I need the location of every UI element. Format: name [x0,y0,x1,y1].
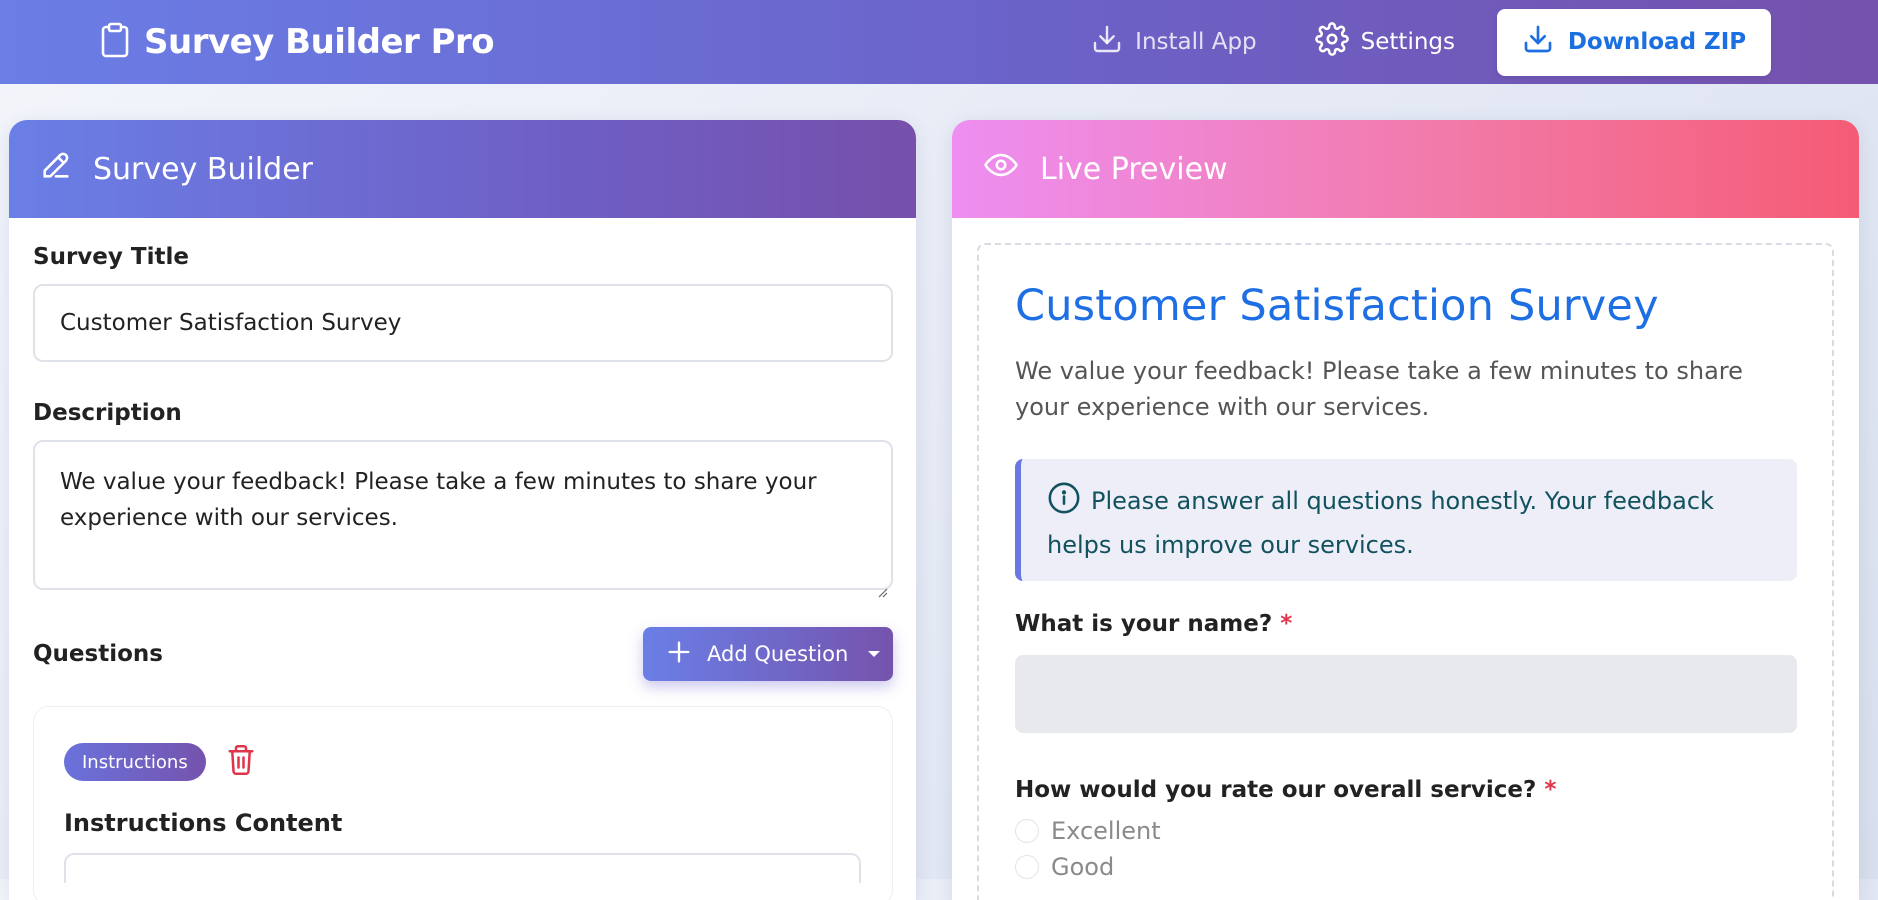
info-alert: Please answer all questions honestly. Yo… [1015,459,1797,581]
settings-button[interactable]: Settings [1314,22,1455,62]
question-card-top: Instructions [64,743,862,781]
preview-panel-title: Live Preview [1040,151,1228,187]
question-label: What is your name? * [1015,611,1796,637]
preview-panel-header: Live Preview [952,120,1859,218]
clipboard-icon [100,22,130,62]
radio-option-label: Excellent [1051,817,1161,845]
preview-survey-description: We value your feedback! Please take a fe… [1015,357,1743,421]
survey-title-label: Survey Title [33,244,189,270]
settings-label: Settings [1360,29,1455,55]
download-zip-label: Download ZIP [1567,29,1747,55]
preview-frame: Customer Satisfaction Survey We value yo… [977,243,1834,900]
brand[interactable]: Survey Builder Pro [100,0,495,84]
plus-icon [665,638,693,671]
nav-actions: Install App Settings Download ZIP [1091,0,1771,84]
survey-title-input[interactable]: Customer Satisfaction Survey [33,284,893,362]
gear-icon [1314,22,1349,62]
download-icon [1522,23,1554,61]
required-marker: * [1280,611,1293,637]
description-textarea[interactable]: We value your feedback! Please take a fe… [33,440,893,598]
description-text: We value your feedback! Please take a fe… [60,469,817,531]
questions-header: Questions Add Question [33,627,893,681]
question-text: How would you rate our overall service? [1015,777,1537,803]
info-circle-icon [1047,481,1081,526]
add-question-button[interactable]: Add Question [643,627,893,681]
radio-option-good[interactable]: Good [1015,853,1796,881]
install-app-label: Install App [1135,29,1257,55]
question-type-badge: Instructions [64,743,206,781]
questions-label: Questions [33,641,163,667]
survey-builder-panel: Survey Builder Survey Title Customer Sat… [9,120,916,900]
eye-icon [982,148,1020,190]
builder-body: Survey Title Customer Satisfaction Surve… [9,218,916,900]
instructions-content-label: Instructions Content [64,809,343,837]
radio-button[interactable] [1015,855,1039,879]
question-card: Instructions Instructions Content [33,706,893,900]
builder-panel-title: Survey Builder [93,151,313,187]
resize-handle[interactable] [876,573,888,598]
brand-title: Survey Builder Pro [144,22,495,62]
question-label: How would you rate our overall service? … [1015,777,1796,803]
info-alert-text: Please answer all questions honestly. Yo… [1047,487,1714,559]
install-app-button[interactable]: Install App [1091,23,1257,61]
pencil-icon [39,148,73,190]
trash-icon[interactable] [226,743,256,781]
live-preview-panel: Live Preview Customer Satisfaction Surve… [952,120,1859,900]
download-icon [1091,23,1123,61]
radio-option-excellent[interactable]: Excellent [1015,817,1796,845]
name-input[interactable] [1015,655,1797,733]
builder-panel-header: Survey Builder [9,120,916,218]
add-question-label: Add Question [707,642,849,666]
top-navbar: Survey Builder Pro Install App Settings [0,0,1878,84]
question-text: What is your name? [1015,611,1273,637]
chevron-down-icon [868,651,881,657]
preview-survey-title: Customer Satisfaction Survey [1015,281,1659,331]
radio-button[interactable] [1015,819,1039,843]
required-marker: * [1544,777,1557,803]
download-zip-button[interactable]: Download ZIP [1497,8,1771,76]
radio-option-label: Good [1051,853,1115,881]
description-label: Description [33,400,182,426]
